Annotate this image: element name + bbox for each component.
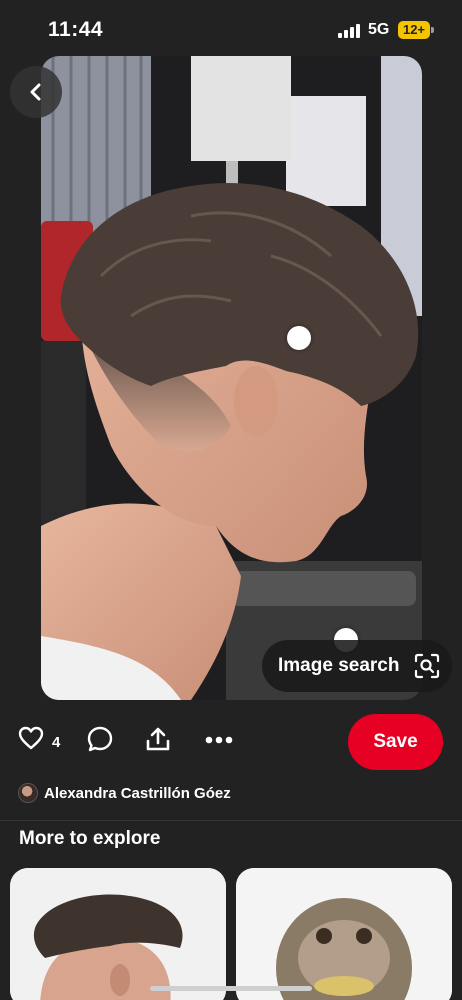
related-pin-image <box>10 868 226 1000</box>
status-time: 11:44 <box>48 18 104 41</box>
network-type: 5G <box>368 21 390 38</box>
back-button[interactable] <box>10 66 62 118</box>
share-icon[interactable] <box>145 726 171 752</box>
battery-icon: 12+ <box>398 21 434 39</box>
chevron-left-icon <box>30 83 41 101</box>
image-search-label: Image search <box>278 655 400 676</box>
more-to-explore-title: More to explore <box>19 828 161 849</box>
like-count: 4 <box>52 734 61 751</box>
action-row: 4 Save <box>0 710 462 774</box>
battery-level: 12+ <box>402 22 426 37</box>
lens-search-icon <box>414 653 440 679</box>
related-pin-card[interactable] <box>236 868 452 1000</box>
save-button[interactable]: Save <box>348 714 443 770</box>
avatar[interactable] <box>18 783 38 803</box>
home-indicator <box>150 986 312 991</box>
related-pin-image <box>236 868 452 1000</box>
comment-icon[interactable] <box>87 726 113 752</box>
heart-icon[interactable] <box>18 726 44 750</box>
pin-image[interactable] <box>41 56 422 700</box>
author-row[interactable]: Alexandra Castrillón Góez <box>18 782 231 804</box>
more-options-icon[interactable] <box>205 736 233 744</box>
image-search-button[interactable]: Image search <box>262 640 452 692</box>
author-name[interactable]: Alexandra Castrillón Góez <box>44 785 231 802</box>
status-bar: 11:44 5G 12+ <box>0 0 462 58</box>
signal-icon <box>338 24 360 38</box>
visual-search-hotspot[interactable] <box>287 326 311 350</box>
divider <box>0 820 462 821</box>
related-pin-card[interactable] <box>10 868 226 1000</box>
haircut-photo <box>41 56 422 700</box>
